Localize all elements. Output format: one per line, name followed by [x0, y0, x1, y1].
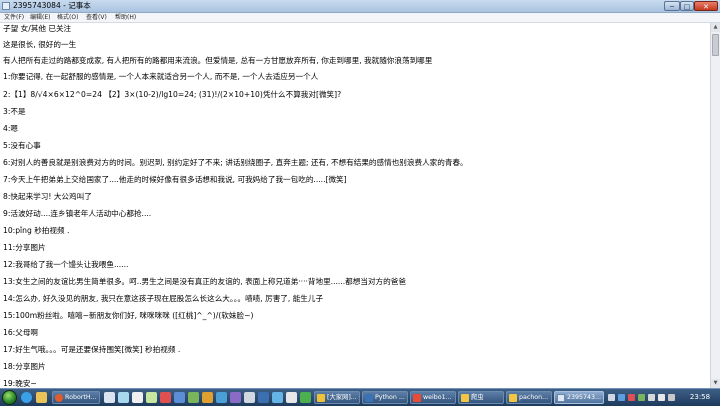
text-line: 1:你要记得, 在一起舒服的感情是, 一个人本来就适合另一个人, 而不是, 一个… [3, 72, 319, 81]
text-line: 这是很长, 很好的一生 [3, 40, 77, 49]
text-line: 4:嗯 [3, 124, 18, 133]
app-icon[interactable] [160, 392, 171, 403]
title-bar: 2395743084 - 记事本 ─ □ ✕ [0, 0, 720, 13]
text-line: 13:女生之间的友谊比男生简单很多。呵..男生之间是没有真正的友谊的, 表面上称… [3, 277, 406, 286]
task-roborth[interactable]: RobortH... [52, 391, 100, 404]
text-line: 子望 女/其他 已关注 [3, 24, 72, 33]
folder-icon [509, 394, 517, 402]
notepad-icon [557, 394, 565, 402]
taskbar: RobortH... [大家网]... Python ... weibo1...… [0, 388, 720, 406]
text-line: 14:怎么办, 好久没见的朋友, 我只在意这孩子现在屁股怎么长这么大。。。啧啧,… [3, 294, 324, 303]
menu-file[interactable]: 文件(F) [4, 13, 24, 22]
notepad-icon [2, 2, 10, 10]
chrome-icon [55, 394, 63, 402]
app-icon[interactable] [300, 392, 311, 403]
text-line: 5:没有心事 [3, 141, 41, 150]
app-icon[interactable] [216, 392, 227, 403]
volume-icon[interactable] [668, 394, 675, 401]
text-line: 8:快起来学习! 大公鸡叫了 [3, 192, 92, 201]
vertical-scrollbar[interactable]: ▲ ▼ [710, 23, 720, 388]
scroll-up-icon[interactable]: ▲ [711, 23, 720, 32]
app-icon[interactable] [132, 392, 143, 403]
text-line: 17:好生气哦。。。可是还要保持围笑[微笑] 秒拍视频 . [3, 345, 181, 354]
app-icon[interactable] [272, 392, 283, 403]
maximize-button[interactable]: □ [680, 1, 694, 11]
scroll-down-icon[interactable]: ▼ [711, 379, 720, 388]
task-weibo[interactable]: weibo1... [410, 391, 456, 404]
app-icon[interactable] [188, 392, 199, 403]
app-icon[interactable] [118, 392, 129, 403]
tray-app-icon[interactable] [618, 394, 625, 401]
task-python[interactable]: Python ... [362, 391, 408, 404]
start-button[interactable] [2, 390, 17, 405]
task-pachong[interactable]: 爬虫 [458, 391, 504, 404]
scroll-thumb[interactable] [712, 34, 719, 56]
clock[interactable]: 23:58 [684, 389, 716, 406]
text-line: 3:不是 [3, 107, 26, 116]
network-icon[interactable] [648, 394, 655, 401]
task-notepad[interactable]: 2395743... [554, 391, 604, 404]
app-icon[interactable] [146, 392, 157, 403]
text-line: 11:分享图片 [3, 243, 46, 252]
task-dajiawang[interactable]: [大家网]... [314, 391, 360, 404]
minimize-button[interactable]: ─ [664, 1, 680, 11]
folder-icon [317, 394, 325, 402]
explorer-icon[interactable] [36, 392, 47, 403]
text-line: 6:对别人的善良就是别浪费对方的时间。别迟到, 别约定好了不来; 讲话别绕圈子,… [3, 158, 468, 167]
app-icon[interactable] [104, 392, 115, 403]
document-icon [413, 394, 421, 402]
tray-app-icon[interactable] [628, 394, 635, 401]
flag-icon[interactable] [658, 394, 665, 401]
task-pachon[interactable]: pachon... [506, 391, 552, 404]
folder-icon [461, 394, 469, 402]
text-line: 9:活波好动....连乡镇老年人活动中心都抢.... [3, 209, 152, 218]
text-line: 7:今天上午把弟弟上交给国家了....他走的时候好像有很多话想和我说, 可我妈给… [3, 175, 347, 184]
app-icon[interactable] [258, 392, 269, 403]
ie-icon[interactable] [21, 392, 32, 403]
menu-format[interactable]: 格式(O) [57, 13, 78, 22]
text-line: 19:晚安~ [3, 379, 37, 388]
tray-app-icon[interactable] [638, 394, 645, 401]
tray-chevron-icon[interactable] [608, 394, 615, 401]
text-line: 18:分享图片 [3, 362, 46, 371]
menu-bar: 文件(F) 编辑(E) 格式(O) 查看(V) 帮助(H) [0, 13, 720, 23]
text-line: 2:【1】8/√4×6×12^0=24 【2】3×(10-2)/lg10=24;… [3, 90, 342, 99]
app-icon[interactable] [230, 392, 241, 403]
text-line: 16:父母啊 [3, 328, 39, 337]
text-line: 有人把所有走过的路都变成家, 有人把所有的路都用来流浪。但爱情是, 总有一方甘愿… [3, 56, 433, 65]
text-line: 10:pǐng 秒拍视频 . [3, 226, 70, 235]
app-icon[interactable] [244, 392, 255, 403]
menu-view[interactable]: 查看(V) [86, 13, 107, 22]
close-button[interactable]: ✕ [694, 1, 718, 11]
app-icon[interactable] [202, 392, 213, 403]
app-icon[interactable] [174, 392, 185, 403]
window-title: 2395743084 - 记事本 [13, 1, 91, 10]
text-area[interactable]: 子望 女/其他 已关注 这是很长, 很好的一生 有人把所有走过的路都变成家, 有… [0, 23, 710, 388]
app-icon[interactable] [286, 392, 297, 403]
menu-help[interactable]: 帮助(H) [115, 13, 136, 22]
python-icon [365, 394, 373, 402]
text-line: 12:我哥给了我一个馒头让我喂鱼...... [3, 260, 129, 269]
text-line: 15:100m粉丝啦。嘻嘻~新朋友你们好, 咪咪咪咪 ([红桃]^_^)/(软妹… [3, 311, 254, 320]
menu-edit[interactable]: 编辑(E) [30, 13, 50, 22]
